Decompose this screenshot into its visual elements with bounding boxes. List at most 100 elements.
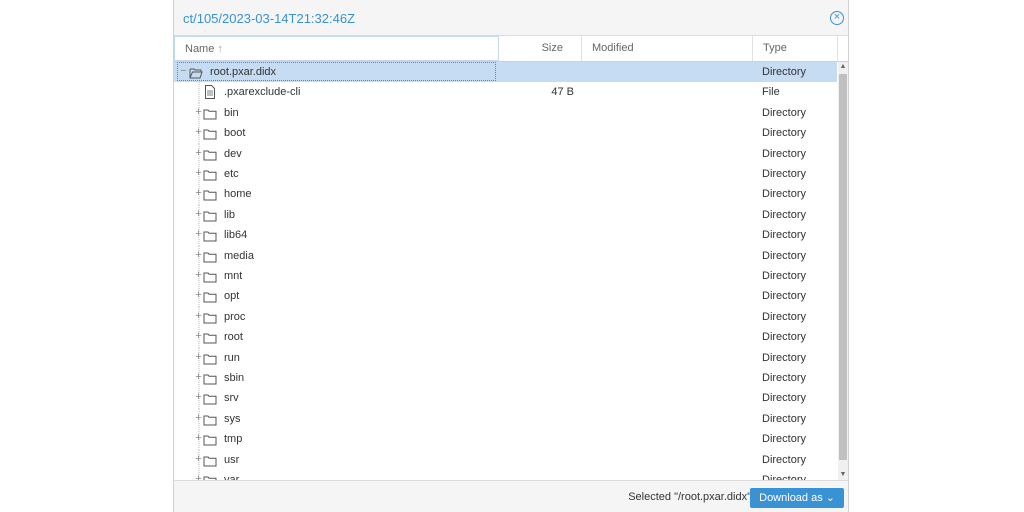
tree-row-run[interactable]: + run Directory	[174, 347, 837, 369]
tree-row-proc[interactable]: + proc Directory	[174, 306, 837, 328]
folder-icon	[203, 270, 217, 283]
expand-toggle-icon[interactable]: +	[194, 409, 203, 429]
tree-row-name: boot	[224, 127, 246, 140]
folder-icon	[203, 290, 217, 303]
tree-row-lib[interactable]: + lib Directory	[174, 204, 837, 226]
tree-row-type: Directory	[762, 106, 807, 119]
download-as-button[interactable]: Download as ⌄	[750, 488, 844, 508]
tree-row-usr[interactable]: + usr Directory	[174, 449, 837, 471]
folder-icon	[203, 209, 217, 222]
tree-row-name: root.pxar.didx	[210, 66, 277, 78]
folder-icon	[203, 352, 217, 365]
vertical-scrollbar[interactable]: ▲ ▼	[838, 62, 848, 480]
tree-row-name: tmp	[224, 433, 243, 446]
folder-icon	[203, 127, 217, 140]
close-icon[interactable]: ×	[830, 11, 844, 25]
tree-row-name: run	[224, 351, 240, 364]
tree-row-type: Directory	[762, 208, 807, 221]
expand-toggle-icon[interactable]: +	[194, 450, 203, 470]
expand-toggle-icon[interactable]: +	[194, 307, 203, 327]
expand-toggle-icon[interactable]: +	[194, 103, 203, 123]
tree-row-type: Directory	[762, 474, 807, 480]
tree-row-name: .pxarexclude-cli	[224, 86, 301, 99]
tree-row-type: Directory	[762, 453, 807, 466]
selected-path-text: Selected "/root.pxar.didx"	[628, 491, 751, 503]
collapse-toggle-icon[interactable]: −	[179, 62, 188, 82]
expand-toggle-icon[interactable]: +	[194, 266, 203, 286]
column-header-type[interactable]: Type	[753, 36, 838, 61]
column-header-name-label: Name	[185, 43, 215, 55]
tree-row-tmp[interactable]: + tmp Directory	[174, 429, 837, 451]
tree-row-lib64[interactable]: + lib64 Directory	[174, 225, 837, 247]
tree-row-name: opt	[224, 290, 240, 303]
tree-row-pxarexclude-cli[interactable]: .pxarexclude-cli 47 B File	[174, 82, 837, 104]
tree-row-type: Directory	[762, 270, 807, 282]
expand-toggle-icon[interactable]: +	[194, 286, 203, 306]
folder-icon	[203, 148, 217, 161]
expand-toggle-icon[interactable]: +	[194, 246, 203, 266]
scroll-up-arrow-icon[interactable]: ▲	[838, 62, 848, 72]
folder-icon	[203, 454, 217, 467]
tree-row-var[interactable]: + var Directory	[174, 470, 837, 480]
folder-icon	[203, 331, 217, 344]
expand-toggle-icon[interactable]: +	[194, 144, 203, 164]
expand-toggle-icon[interactable]: +	[194, 205, 203, 225]
tree-row-type: Directory	[762, 127, 807, 140]
column-header-size[interactable]: Size	[499, 36, 582, 61]
footer-bar: Selected "/root.pxar.didx" Download as ⌄	[174, 480, 848, 512]
expand-toggle-icon[interactable]: +	[194, 184, 203, 204]
tree-row-name: bin	[224, 106, 239, 119]
tree-row-bin[interactable]: + bin Directory	[174, 102, 837, 124]
tree-row-name: etc	[224, 168, 239, 180]
expand-toggle-icon[interactable]: +	[194, 368, 203, 388]
tree-row-root[interactable]: − root.pxar.didx Directory	[174, 62, 837, 82]
tree-row-name: srv	[224, 392, 239, 405]
folder-icon	[203, 107, 217, 120]
expand-toggle-icon[interactable]: +	[194, 470, 203, 480]
column-header-modified[interactable]: Modified	[582, 36, 753, 61]
tree-row-sbin[interactable]: + sbin Directory	[174, 368, 837, 389]
file-restore-window: ct/105/2023-03-14T21:32:46Z × Name ↑ Size…	[173, 0, 849, 512]
tree-row-home[interactable]: + home Directory	[174, 184, 837, 206]
tree-row-opt[interactable]: + opt Directory	[174, 286, 837, 308]
tree-row-name: lib64	[224, 229, 248, 242]
tree-row-name: mnt	[224, 270, 243, 282]
tree-row-name: var	[224, 474, 240, 480]
tree-row-mnt[interactable]: + mnt Directory	[174, 266, 837, 287]
tree-row-type: Directory	[762, 372, 807, 384]
tree-row-type: Directory	[762, 290, 807, 303]
tree-row-root[interactable]: + root Directory	[174, 327, 837, 349]
expand-toggle-icon[interactable]: +	[194, 429, 203, 449]
tree-row-name: lib	[224, 208, 236, 221]
file-icon	[204, 85, 218, 100]
tree-row-name: home	[224, 188, 252, 201]
folder-icon	[203, 372, 217, 385]
folder-icon	[203, 188, 217, 201]
tree-row-etc[interactable]: + etc Directory	[174, 164, 837, 185]
column-header-name[interactable]: Name ↑	[174, 36, 499, 61]
tree-row-name: usr	[224, 453, 240, 466]
folder-icon	[203, 392, 217, 405]
tree-row-dev[interactable]: + dev Directory	[174, 143, 837, 165]
expand-toggle-icon[interactable]: +	[194, 225, 203, 245]
expand-toggle-icon[interactable]: +	[194, 164, 203, 184]
download-as-label: Download as	[759, 492, 823, 504]
folder-icon	[203, 168, 217, 181]
expand-toggle-icon[interactable]: +	[194, 348, 203, 368]
scrollbar-thumb[interactable]	[839, 74, 847, 460]
tree-row-srv[interactable]: + srv Directory	[174, 388, 837, 410]
tree-row-type: Directory	[762, 331, 807, 344]
tree-row-type: Directory	[762, 412, 807, 425]
expand-toggle-icon[interactable]: +	[194, 327, 203, 347]
tree-row-boot[interactable]: + boot Directory	[174, 123, 837, 145]
scroll-down-arrow-icon[interactable]: ▼	[838, 470, 848, 480]
expand-toggle-icon[interactable]: +	[194, 388, 203, 408]
tree-row-sys[interactable]: + sys Directory	[174, 408, 837, 430]
expand-toggle-icon[interactable]: +	[194, 123, 203, 143]
tree-row-media[interactable]: + media Directory	[174, 245, 837, 267]
window-title: ct/105/2023-03-14T21:32:46Z	[183, 11, 356, 26]
folder-icon	[203, 250, 217, 263]
chevron-down-icon: ⌄	[825, 492, 835, 504]
tree-row-name: root	[224, 331, 243, 344]
tree-row-name: media	[224, 249, 254, 262]
